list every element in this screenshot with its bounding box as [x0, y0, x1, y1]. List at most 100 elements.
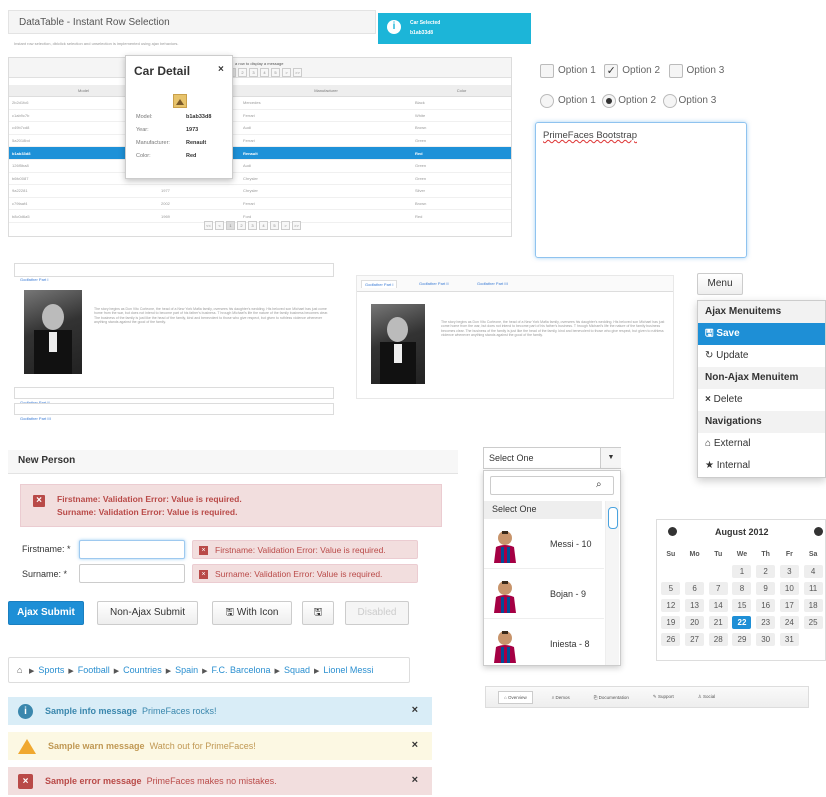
- page-link[interactable]: 4: [259, 221, 268, 230]
- calendar-day[interactable]: 7: [708, 582, 728, 595]
- ajax-submit-button[interactable]: Ajax Submit: [8, 601, 84, 625]
- page-link[interactable]: 4: [260, 68, 269, 77]
- page-link[interactable]: 3: [249, 68, 258, 77]
- menu-button[interactable]: Menu: [697, 273, 743, 295]
- accordion-tab-2[interactable]: Godfather Part II: [14, 387, 334, 405]
- calendar-day[interactable]: 4: [803, 565, 823, 578]
- calendar-day[interactable]: 9: [756, 582, 776, 595]
- calendar-day[interactable]: 1: [732, 565, 752, 578]
- calendar-day[interactable]: 8: [732, 582, 752, 595]
- calendar-day[interactable]: 12: [661, 599, 681, 612]
- next-page-button[interactable]: >: [281, 221, 290, 230]
- breadcrumb-item[interactable]: Countries: [123, 665, 162, 675]
- table-row[interactable]: 5a2018bd Ferrari Green: [9, 134, 511, 148]
- close-icon[interactable]: ×: [218, 64, 224, 75]
- breadcrumb-item[interactable]: F.C. Barcelona: [212, 665, 271, 675]
- calendar-day[interactable]: 5: [661, 582, 681, 595]
- table-row[interactable]: 2b2d1fc6 Mercedes Black: [9, 96, 511, 110]
- scrollbar-thumb[interactable]: [608, 507, 618, 529]
- select-item[interactable]: Messi - 10: [484, 519, 604, 569]
- breadcrumb-item[interactable]: Football: [78, 665, 110, 675]
- calendar-day[interactable]: 6: [685, 582, 705, 595]
- page-link[interactable]: 3: [248, 221, 257, 230]
- page-link[interactable]: 1: [226, 221, 235, 230]
- calendar-day[interactable]: 26: [661, 633, 681, 646]
- page-link[interactable]: 5: [270, 221, 279, 230]
- prev-month-icon[interactable]: [668, 527, 677, 536]
- calendar-day[interactable]: 23: [756, 616, 776, 629]
- calendar-day[interactable]: 14: [708, 599, 728, 612]
- breadcrumb-item[interactable]: Spain: [175, 665, 198, 675]
- menubar-item[interactable]: ⌕ Demos: [547, 692, 575, 703]
- calendar-day[interactable]: 24: [779, 616, 799, 629]
- calendar-day[interactable]: 10: [779, 582, 799, 595]
- non-ajax-submit-button[interactable]: Non-Ajax Submit: [97, 601, 198, 625]
- menu-item-update[interactable]: ↻ Update: [698, 345, 825, 367]
- select-item[interactable]: Iniesta - 8: [484, 619, 604, 665]
- menubar-item[interactable]: ⌂ Overview: [498, 690, 533, 704]
- close-icon[interactable]: ×: [412, 739, 418, 751]
- calendar-day[interactable]: 2: [756, 565, 776, 578]
- next-month-icon[interactable]: [814, 527, 823, 536]
- table-row[interactable]: c1ab9c7b Ferrari White: [9, 109, 511, 123]
- calendar-day[interactable]: 13: [685, 599, 705, 612]
- table-row[interactable]: b6fc0087 Chrysler Green: [9, 172, 511, 186]
- menu-item-save[interactable]: 🖫 Save: [698, 323, 825, 345]
- accordion-tab-1[interactable]: Godfather Part I: [14, 263, 334, 282]
- select-item-placeholder[interactable]: Select One: [484, 501, 602, 519]
- menu-item-external[interactable]: ⌂ External: [698, 433, 825, 455]
- table-row[interactable]: 9a22281 1977 Chrysler Silver: [9, 184, 511, 198]
- radio-option-2[interactable]: [602, 93, 617, 108]
- tab-godfather-1[interactable]: Godfather Part I: [361, 280, 398, 288]
- menubar-item[interactable]: ♙ Social: [693, 691, 721, 703]
- calendar-day[interactable]: 28: [708, 633, 728, 646]
- textarea[interactable]: PrimeFaces Bootstrap: [535, 122, 747, 258]
- calendar-day[interactable]: 19: [661, 616, 681, 629]
- firstname-field[interactable]: [79, 540, 185, 559]
- radio-option-1[interactable]: [540, 93, 554, 108]
- with-icon-button[interactable]: 🖫 With Icon: [212, 601, 292, 625]
- calendar-day[interactable]: 20: [685, 616, 705, 629]
- calendar-day[interactable]: 25: [803, 616, 823, 629]
- calendar-day[interactable]: 18: [803, 599, 823, 612]
- close-icon[interactable]: ×: [412, 774, 418, 786]
- chevron-down-icon[interactable]: ▼: [600, 448, 621, 468]
- calendar-day[interactable]: 31: [779, 633, 799, 646]
- prev-page-button[interactable]: <: [215, 221, 224, 230]
- calendar-day[interactable]: 11: [803, 582, 823, 595]
- page-link[interactable]: 2: [238, 68, 247, 77]
- surname-field[interactable]: [79, 564, 185, 583]
- menu-item-delete[interactable]: × Delete: [698, 389, 825, 411]
- breadcrumb-item[interactable]: Lionel Messi: [323, 665, 373, 675]
- tab-godfather-2[interactable]: Godfather Part II: [419, 281, 449, 286]
- table-row[interactable]: b1ab33d8 Renault Red: [9, 146, 511, 160]
- calendar-day[interactable]: 3: [779, 565, 799, 578]
- select-one-menu[interactable]: Select One ▼: [483, 447, 621, 469]
- accordion-tab-3[interactable]: Godfather Part III: [14, 403, 334, 421]
- tab-godfather-3[interactable]: Godfather Part III: [477, 281, 508, 286]
- next-page-button[interactable]: >: [282, 68, 291, 77]
- breadcrumb-item[interactable]: Sports: [38, 665, 64, 675]
- breadcrumb-item[interactable]: Squad: [284, 665, 310, 675]
- close-icon[interactable]: ×: [412, 704, 418, 716]
- last-page-button[interactable]: >>: [292, 221, 301, 230]
- calendar-day[interactable]: 22: [732, 616, 752, 629]
- last-page-button[interactable]: >>: [293, 68, 302, 77]
- calendar-day[interactable]: 29: [732, 633, 752, 646]
- table-row[interactable]: c49b7cd8 Audi Brown: [9, 121, 511, 135]
- checkbox-option-1[interactable]: [540, 63, 554, 78]
- calendar-day[interactable]: 27: [685, 633, 705, 646]
- table-row[interactable]: 126f5ba8 Audi Green: [9, 159, 511, 173]
- select-item[interactable]: Bojan - 9: [484, 569, 604, 619]
- page-link[interactable]: 2: [237, 221, 246, 230]
- calendar-day[interactable]: 21: [708, 616, 728, 629]
- checkbox-option-2[interactable]: ✓: [604, 63, 619, 78]
- filter-input[interactable]: ⌕: [490, 476, 614, 495]
- calendar-day[interactable]: 15: [732, 599, 752, 612]
- page-link[interactable]: 5: [271, 68, 280, 77]
- checkbox-option-3[interactable]: [668, 63, 683, 78]
- column-header-color[interactable]: Color: [412, 85, 511, 97]
- calendar-day[interactable]: 16: [756, 599, 776, 612]
- home-icon[interactable]: ⌂: [17, 665, 22, 675]
- menu-item-internal[interactable]: ★ Internal: [698, 455, 825, 477]
